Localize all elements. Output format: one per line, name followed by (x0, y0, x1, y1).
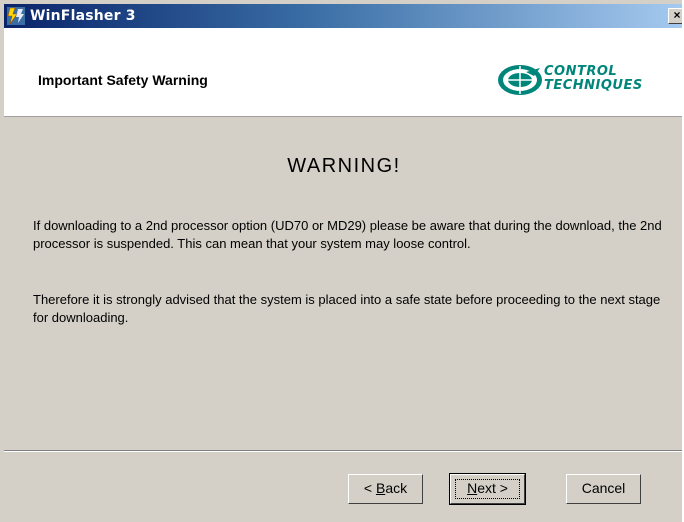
back-label-hotkey: B (375, 480, 386, 496)
warning-paragraph-2: Therefore it is strongly advised that th… (33, 292, 661, 325)
logo-line-1: CONTROL (544, 64, 618, 79)
logo-line-2: TECHNIQUES (544, 78, 643, 93)
separator (4, 450, 684, 452)
back-label-rest: ack (385, 480, 408, 496)
wizard-header: Important Safety Warning CONTROL TECHNIQ… (4, 28, 684, 117)
warning-heading: WARNING! (287, 155, 401, 177)
close-icon: × (673, 8, 681, 22)
cancel-button[interactable]: Cancel (566, 474, 641, 504)
window-title: WinFlasher 3 (30, 8, 136, 24)
wizard-window: WinFlasher 3 × Important Safety Warning … (0, 0, 684, 522)
globe-logo-icon (498, 65, 542, 95)
next-button[interactable]: Next > (449, 473, 526, 505)
logo-text: CONTROL TECHNIQUES (544, 65, 643, 93)
back-label-prefix: < (363, 480, 376, 496)
back-button[interactable]: < Back (348, 474, 423, 504)
lightning-icon (7, 7, 25, 25)
wizard-content: WARNING! If downloading to a 2nd process… (4, 117, 684, 450)
title-bar[interactable]: WinFlasher 3 × (4, 4, 684, 28)
control-techniques-logo: CONTROL TECHNIQUES (496, 62, 672, 98)
focus-rectangle (455, 479, 520, 499)
page-title: Important Safety Warning (38, 72, 208, 88)
warning-paragraph-1: If downloading to a 2nd processor option… (33, 218, 662, 251)
